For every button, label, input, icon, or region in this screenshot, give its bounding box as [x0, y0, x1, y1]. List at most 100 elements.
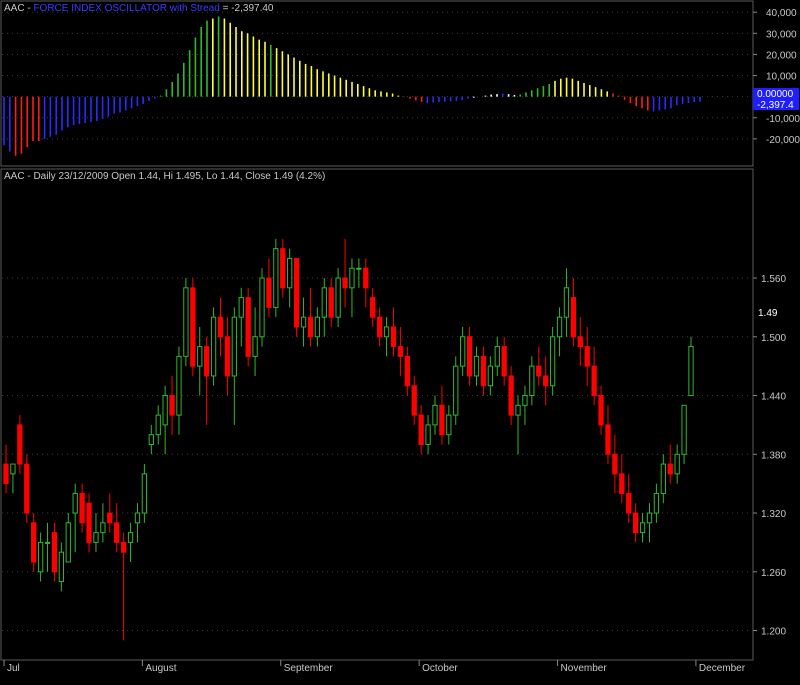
candle-body — [674, 453, 680, 475]
candle-body — [210, 316, 217, 377]
candle-body — [37, 541, 44, 573]
candle-body — [17, 424, 23, 465]
candle-body — [418, 414, 424, 445]
candle-body — [591, 365, 597, 397]
candle-body — [127, 532, 134, 543]
candle-body — [314, 316, 321, 338]
candle-body — [349, 267, 355, 289]
candle-body — [612, 453, 618, 475]
candle-body — [169, 395, 175, 416]
candle-body — [577, 336, 583, 348]
candle-body — [100, 522, 106, 534]
candle-body — [411, 385, 417, 416]
candle-body — [307, 316, 314, 338]
candle-body — [363, 267, 369, 289]
candle-body — [356, 267, 362, 270]
candle-body — [44, 541, 51, 544]
candle-body — [688, 346, 694, 397]
candle-body — [570, 297, 577, 338]
price-panel-title: AAC - Daily 23/12/2009 Open 1.44, Hi 1.4… — [4, 171, 325, 182]
price-tick-label: 1.380 — [761, 450, 786, 461]
month-label: December — [699, 663, 746, 674]
candle-body — [176, 355, 182, 416]
candle-body — [51, 532, 58, 573]
candle-body — [342, 277, 348, 289]
force-index-title-name: FORCE INDEX OSCILLATOR with Stread — [33, 3, 219, 14]
candle-body — [287, 257, 293, 289]
force-index-title: AAC - FORCE INDEX OSCILLATOR with Stread… — [4, 3, 274, 14]
candle-body — [466, 336, 473, 377]
candle-body — [335, 277, 341, 318]
candle-body — [515, 404, 521, 416]
candle-body — [3, 463, 9, 485]
month-label: November — [561, 663, 608, 674]
candle-body — [107, 512, 113, 524]
last-price-label: 1.49 — [758, 308, 778, 319]
candle-body — [494, 346, 500, 367]
value-badge: -2,397.4 — [757, 100, 794, 111]
candle-body — [432, 404, 438, 426]
candle-body — [328, 287, 334, 318]
candle-body — [605, 424, 611, 455]
force-index-tick-label: -10,000 — [766, 114, 800, 125]
candle-body — [238, 297, 244, 318]
candle-body — [31, 522, 37, 563]
candle-body — [598, 395, 604, 426]
candle-body — [480, 355, 487, 387]
candle-body — [197, 346, 203, 367]
candle-body — [266, 277, 272, 308]
candle-body — [162, 395, 168, 426]
candle-body — [273, 248, 279, 308]
candle-body — [473, 355, 480, 377]
force-index-tick-label: 20,000 — [766, 50, 797, 61]
chart-stage: 40,000 30,000 20,000 10,000 -10,000 -20,000 A… — [0, 0, 800, 685]
month-label: August — [145, 663, 176, 674]
force-index-title-prefix: AAC - — [4, 3, 33, 14]
candle-body — [536, 365, 542, 377]
candle-body — [383, 326, 390, 338]
candle-body — [252, 336, 258, 357]
candle-body — [404, 355, 410, 387]
candle-body — [639, 522, 646, 534]
candle-body — [584, 346, 590, 367]
candle-body — [563, 287, 570, 318]
candle-body — [390, 326, 397, 348]
candle-body — [114, 522, 120, 543]
candle-body — [681, 404, 687, 455]
force-index-tick-label: 30,000 — [766, 29, 797, 40]
candle-body — [86, 502, 92, 543]
candle-body — [58, 551, 64, 583]
candle-body — [653, 492, 660, 514]
candle-body — [141, 473, 148, 514]
candle-body — [293, 257, 300, 328]
price-tick-label: 1.320 — [761, 509, 786, 520]
candle-body — [155, 414, 161, 436]
candle-body — [626, 492, 632, 514]
candle-body — [446, 414, 452, 436]
price-tick-label: 1.260 — [761, 568, 786, 579]
candle-body — [231, 316, 237, 377]
month-label: October — [422, 663, 458, 674]
candle-body — [646, 512, 653, 524]
candle-body — [660, 463, 666, 494]
candle-body — [134, 512, 141, 524]
candle-body — [460, 336, 466, 367]
candle-body — [397, 346, 404, 357]
month-label: September — [284, 663, 334, 674]
candle-body — [508, 375, 514, 416]
candle-body — [487, 365, 493, 387]
candle-body — [522, 395, 528, 406]
candle-body — [120, 541, 127, 553]
candle-body — [259, 277, 265, 338]
candle-body — [280, 248, 286, 289]
candle-body — [190, 287, 196, 367]
candle-body — [667, 463, 673, 475]
candle-body — [204, 346, 210, 377]
candle-body — [529, 365, 535, 397]
candle-body — [556, 316, 563, 338]
candle-body — [439, 404, 445, 436]
candle-body — [72, 492, 78, 514]
candle-body — [501, 346, 507, 377]
candle-body — [633, 512, 639, 534]
candle-body — [224, 336, 231, 377]
